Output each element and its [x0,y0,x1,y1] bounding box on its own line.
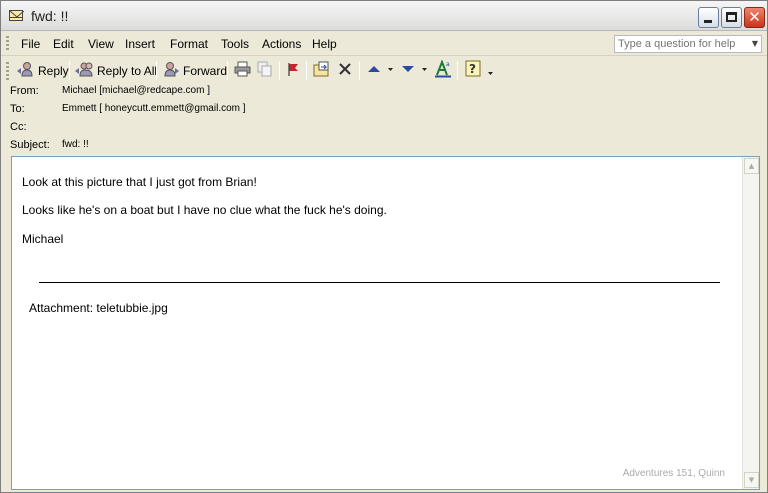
email-window: fwd: !! ✕ File Edit View Insert Format T… [0,0,768,493]
from-value[interactable]: Michael [michael@redcape.com ] [62,85,210,96]
toolbar-separator [457,61,458,80]
menu-edit[interactable]: Edit [53,37,74,51]
reply-label: Reply [38,63,69,78]
menu-format[interactable]: Format [170,37,208,51]
toolbar-separator [306,61,307,80]
message-header: From: Michael [michael@redcape.com ] To:… [1,83,767,155]
scroll-down-arrow-icon[interactable]: ▼ [744,472,759,488]
help-question-input[interactable] [615,36,747,52]
move-to-folder-icon [313,61,331,80]
menu-tools[interactable]: Tools [221,37,249,51]
subject-label: Subject: [10,139,50,151]
vertical-scrollbar[interactable]: ▲ ▼ [742,157,759,489]
help-question-icon: ? [465,60,483,81]
standard-toolbar: Reply Reply to All Forward a ? [1,57,767,83]
svg-text:a: a [446,61,450,68]
help-search-box[interactable]: ▼ [614,35,762,53]
copy-button[interactable] [257,60,273,81]
reply-button[interactable]: Reply [16,60,69,81]
scroll-up-arrow-icon[interactable]: ▲ [744,158,759,174]
menu-bar: File Edit View Insert Format Tools Actio… [1,32,767,56]
toolbar-separator [69,61,70,80]
previous-item-dropdown[interactable] [387,60,394,81]
arrow-down-icon [401,61,415,80]
print-button[interactable] [234,60,251,81]
menubar-grip[interactable] [6,36,9,52]
move-to-folder-button[interactable] [313,60,331,81]
forward-label: Forward [183,63,228,78]
menu-insert[interactable]: Insert [125,37,155,51]
next-item-button[interactable] [401,60,415,81]
chevron-down-icon[interactable]: ▼ [752,39,758,48]
maximize-button[interactable] [721,7,742,28]
divider [39,282,720,283]
next-item-dropdown[interactable] [421,60,428,81]
svg-text:?: ? [469,62,476,76]
window-title: fwd: !! [31,8,69,24]
message-line: Look at this picture that I just got fro… [22,175,257,189]
toolbar-separator [359,61,360,80]
menu-file[interactable]: File [21,37,40,51]
message-body[interactable]: Look at this picture that I just got fro… [11,156,760,490]
reply-all-icon [75,61,94,80]
subject-value: fwd: !! [62,139,89,150]
toolbar-grip[interactable] [6,62,9,80]
help-button[interactable]: ? [465,60,494,81]
message-signature: Michael [22,232,64,246]
minimize-icon [704,20,712,23]
delete-button[interactable] [337,60,353,81]
cc-label: Cc: [10,121,27,133]
menu-help[interactable]: Help [312,37,337,51]
flag-icon [286,61,300,80]
printer-icon [234,61,251,80]
minimize-button[interactable] [698,7,719,28]
title-bar: fwd: !! ✕ [1,1,767,31]
toolbar-separator [227,61,228,80]
toolbar-separator [279,61,280,80]
message-line: Looks like he's on a boat but I have no … [22,203,387,217]
to-label: To: [10,103,25,115]
menu-view[interactable]: View [88,37,114,51]
reply-all-label: Reply to All [97,63,158,78]
forward-button[interactable]: Forward [161,60,227,81]
reply-icon [16,61,35,80]
to-value[interactable]: Emmett [ honeycutt.emmett@gmail.com ] [62,103,246,114]
chevron-down-icon [421,61,428,80]
maximize-icon [726,12,737,22]
forward-icon [161,61,180,80]
follow-up-flag-button[interactable] [286,60,300,81]
arrow-up-icon [367,61,381,80]
chevron-down-icon [387,61,394,80]
reply-all-button[interactable]: Reply to All [75,60,157,81]
close-button[interactable]: ✕ [744,7,765,28]
copy-icon [257,61,273,80]
close-icon: ✕ [748,8,761,26]
from-label: From: [10,85,39,97]
delete-x-icon [337,61,353,80]
toolbar-separator [156,61,157,80]
menu-actions[interactable]: Actions [262,37,301,51]
format-text-button[interactable]: a [434,59,452,81]
chevron-down-icon[interactable] [487,61,494,80]
envelope-icon [9,10,24,21]
previous-item-button[interactable] [367,60,381,81]
font-color-icon: a [434,59,452,81]
comic-credit: Adventures 151, Quinn [622,468,725,479]
attachment-label[interactable]: Attachment: teletubbie.jpg [29,301,168,315]
